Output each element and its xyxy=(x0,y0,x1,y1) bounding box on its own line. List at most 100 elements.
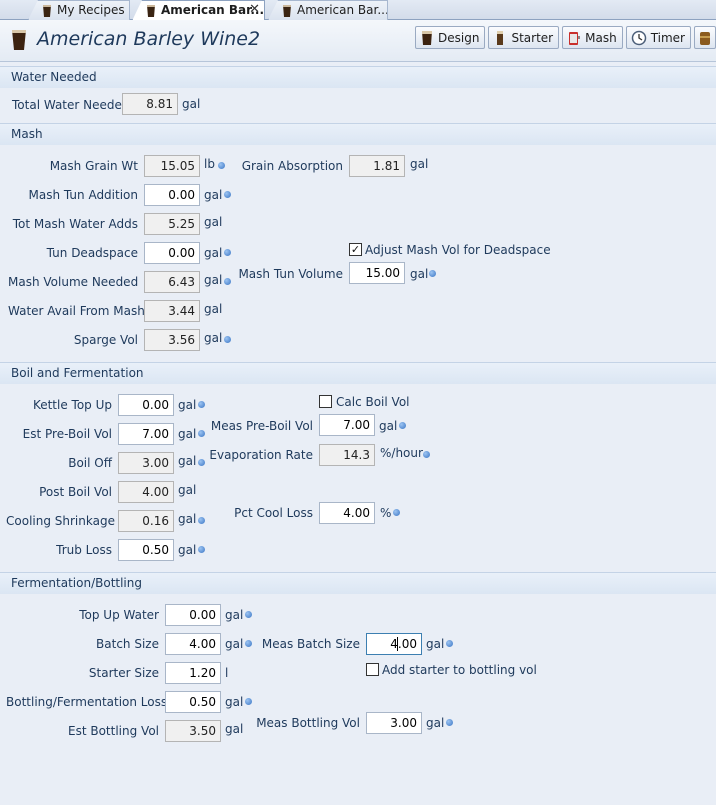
tab-american-barley[interactable]: American Bar... xyxy=(268,0,388,20)
tot-mash-water-adds-field: 5.25 xyxy=(144,213,200,235)
batch-size-input[interactable]: 4.00 xyxy=(165,633,221,655)
keg-icon xyxy=(700,31,710,45)
adjust-mash-vol-checkbox[interactable]: ✓ xyxy=(349,243,362,256)
info-dot-icon[interactable] xyxy=(429,270,436,277)
beer-glass-icon xyxy=(43,5,51,17)
total-water-unit: gal xyxy=(182,97,201,111)
timer-clock-icon xyxy=(631,30,646,45)
meas-bottling-vol-input[interactable]: 3.00 xyxy=(366,712,422,734)
section-water-needed: Water Needed xyxy=(0,66,716,88)
section-boil-fermentation: Boil and Fermentation xyxy=(0,362,716,384)
calc-boil-vol-checkbox[interactable] xyxy=(319,395,332,408)
info-dot-icon[interactable] xyxy=(423,451,430,458)
info-dot-icon[interactable] xyxy=(446,640,453,647)
grain-absorption-unit: gal xyxy=(410,157,429,171)
sparge-vol-unit: gal xyxy=(204,331,223,345)
bottling-fermentation-loss-input[interactable]: 0.50 xyxy=(165,691,221,713)
batch-size-label: Batch Size xyxy=(96,637,159,651)
mash-label: Mash xyxy=(585,30,617,45)
tab-label: American Bar... xyxy=(297,3,388,17)
tun-deadspace-label: Tun Deadspace xyxy=(46,246,138,260)
tun-deadspace-input[interactable]: 0.00 xyxy=(144,242,200,264)
info-dot-icon[interactable] xyxy=(245,611,252,618)
beer-glass-icon xyxy=(422,30,433,45)
kettle-top-up-input[interactable]: 0.00 xyxy=(118,394,174,416)
starter-button[interactable]: Starter xyxy=(488,26,560,49)
tab-american-barley-active[interactable]: American Bar... ✕ xyxy=(132,0,265,21)
info-dot-icon[interactable] xyxy=(224,249,231,256)
starter-size-input[interactable]: 1.20 xyxy=(165,662,221,684)
more-button[interactable] xyxy=(694,26,716,49)
info-dot-icon[interactable] xyxy=(198,401,205,408)
mash-tun-addition-input[interactable]: 0.00 xyxy=(144,184,200,206)
info-dot-icon[interactable] xyxy=(245,640,252,647)
add-starter-label: Add starter to bottling vol xyxy=(382,663,537,677)
cooling-shrinkage-field: 0.16 xyxy=(118,510,174,532)
info-dot-icon[interactable] xyxy=(198,546,205,553)
starter-size-unit: l xyxy=(225,666,229,680)
pct-cool-loss-unit: % xyxy=(380,506,392,520)
est-pre-boil-vol-label: Est Pre-Boil Vol xyxy=(22,427,112,441)
bottling-fermentation-loss-unit: gal xyxy=(225,695,244,709)
meas-pre-boil-vol-label: Meas Pre-Boil Vol xyxy=(210,419,313,433)
design-label: Design xyxy=(438,30,480,45)
add-starter-checkbox[interactable] xyxy=(366,663,379,676)
beer-glass-icon xyxy=(147,5,155,17)
mash-grain-wt-field: 15.05 xyxy=(144,155,200,177)
boil-off-label: Boil Off xyxy=(68,456,112,470)
design-button[interactable]: Design xyxy=(415,26,486,49)
total-water-field: 8.81 xyxy=(122,93,178,115)
meas-batch-size-input[interactable]: 4.00 xyxy=(366,633,422,655)
meas-bottling-vol-unit: gal xyxy=(426,716,445,730)
pct-cool-loss-label: Pct Cool Loss xyxy=(234,506,313,520)
meas-pre-boil-vol-input[interactable]: 7.00 xyxy=(319,414,375,436)
sparge-vol-field: 3.56 xyxy=(144,329,200,351)
mash-tun-volume-input[interactable]: 15.00 xyxy=(349,262,405,284)
evaporation-rate-unit: %/hour xyxy=(380,446,423,460)
meas-pre-boil-vol-unit: gal xyxy=(379,419,398,433)
kettle-top-up-label: Kettle Top Up xyxy=(32,398,112,412)
info-dot-icon[interactable] xyxy=(224,336,231,343)
close-icon[interactable]: ✕ xyxy=(249,1,260,19)
mash-button[interactable]: Mash xyxy=(562,26,623,49)
calc-boil-vol-label: Calc Boil Vol xyxy=(336,395,410,409)
starter-size-label: Starter Size xyxy=(88,666,159,680)
pct-cool-loss-input[interactable]: 4.00 xyxy=(319,502,375,524)
recipe-title: American Barley Wine2 xyxy=(37,28,261,50)
mash-tun-volume-unit: gal xyxy=(410,267,429,281)
water-avail-from-mash-unit: gal xyxy=(204,302,223,316)
info-dot-icon[interactable] xyxy=(245,698,252,705)
evaporation-rate-field: 14.3 xyxy=(319,444,375,466)
info-dot-icon[interactable] xyxy=(198,430,205,437)
info-dot-icon[interactable] xyxy=(399,422,406,429)
tab-strip: My Recipes American Bar... ✕ American Ba… xyxy=(0,0,716,21)
post-boil-vol-unit: gal xyxy=(178,483,197,497)
mash-tun-addition-label: Mash Tun Addition xyxy=(28,188,138,202)
beer-glass-icon xyxy=(12,30,26,50)
tun-deadspace-unit: gal xyxy=(204,246,223,260)
mash-tun-icon xyxy=(569,31,581,45)
grain-absorption-label: Grain Absorption xyxy=(241,159,343,173)
trub-loss-input[interactable]: 0.50 xyxy=(118,539,174,561)
info-dot-icon[interactable] xyxy=(198,517,205,524)
mash-volume-needed-label: Mash Volume Needed xyxy=(8,275,139,289)
info-dot-icon[interactable] xyxy=(198,459,205,466)
post-boil-vol-label: Post Boil Vol xyxy=(39,485,112,499)
timer-button[interactable]: Timer xyxy=(625,26,691,49)
beer-glass-icon xyxy=(283,5,291,17)
est-pre-boil-vol-input[interactable]: 7.00 xyxy=(118,423,174,445)
kettle-top-up-unit: gal xyxy=(178,398,197,412)
info-dot-icon[interactable] xyxy=(446,719,453,726)
info-dot-icon[interactable] xyxy=(224,191,231,198)
boil-off-unit: gal xyxy=(178,454,197,468)
info-dot-icon[interactable] xyxy=(393,509,400,516)
mash-tun-volume-label: Mash Tun Volume xyxy=(238,267,343,281)
starter-label: Starter xyxy=(511,30,554,45)
est-bottling-vol-field: 3.50 xyxy=(165,720,221,742)
top-up-water-input[interactable]: 0.00 xyxy=(165,604,221,626)
section-fermentation-bottling: Fermentation/Bottling xyxy=(0,572,716,594)
section-mash: Mash xyxy=(0,123,716,145)
tab-my-recipes[interactable]: My Recipes xyxy=(28,0,130,20)
mash-tun-addition-unit: gal xyxy=(204,188,223,202)
adjust-mash-vol-label: Adjust Mash Vol for Deadspace xyxy=(365,243,551,257)
